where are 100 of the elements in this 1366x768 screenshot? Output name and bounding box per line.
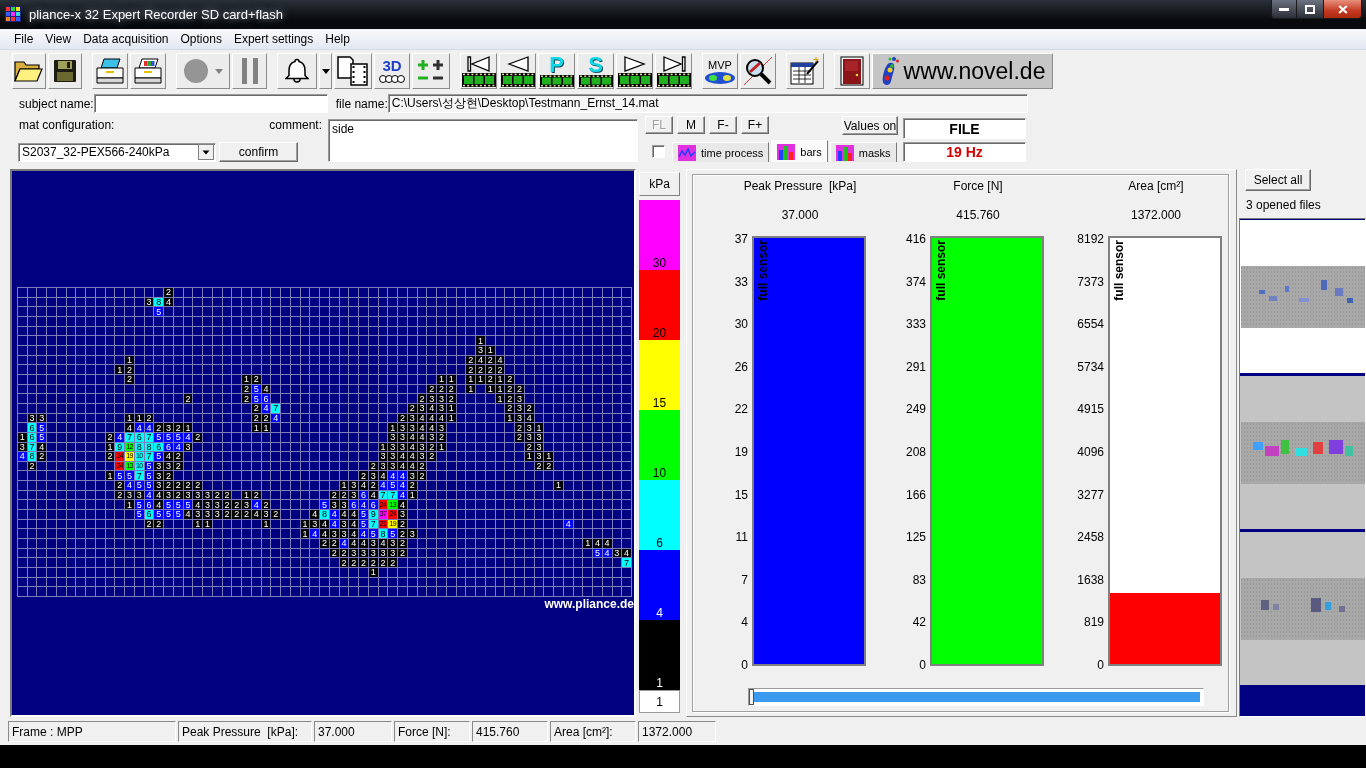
sensor-value: 2 — [398, 539, 408, 549]
sensor-value: 4 — [251, 510, 262, 520]
file-name-field[interactable]: C:\Users\성상현\Desktop\Testmann_Ernst_14.mat — [387, 94, 1028, 113]
rate-display: 19 Hz — [903, 142, 1026, 162]
sensor-value: 1 — [261, 423, 272, 433]
next-frame-button[interactable] — [616, 53, 653, 89]
sensor-value: 2 — [164, 481, 174, 491]
menu-item[interactable]: Options — [174, 31, 228, 48]
sensor-value: 2 — [388, 558, 399, 569]
mat-configuration-select[interactable]: S2037_32-PEX566-240kPa — [18, 142, 216, 162]
scale-label: 8192 — [1077, 232, 1104, 246]
bell-button[interactable] — [277, 53, 317, 89]
sensor-value: 2 — [437, 432, 447, 443]
3d-view-button[interactable]: 3D — [374, 53, 410, 89]
bar-chart-icon — [777, 143, 796, 160]
menu-item[interactable]: Help — [319, 31, 356, 48]
save-button[interactable] — [48, 53, 82, 89]
website-button[interactable]: www.novel.de — [872, 53, 1053, 89]
values-button[interactable]: Values on — [842, 116, 898, 135]
comment-field[interactable]: side — [328, 119, 638, 162]
bar-chart-icon — [835, 144, 854, 161]
scale-label: 2458 — [1077, 530, 1104, 545]
scale-label: 1638 — [1077, 572, 1104, 587]
sensor-value: 3 — [437, 423, 447, 433]
frame-button[interactable]: F+ — [741, 116, 769, 134]
checkbox[interactable] — [652, 145, 665, 158]
sensor-value: 5 — [173, 510, 184, 520]
file-item[interactable] — [1240, 220, 1365, 373]
frame-button[interactable]: F- — [709, 116, 737, 134]
view-tab[interactable]: time process — [672, 142, 770, 162]
sensor-value: 5 — [173, 432, 184, 443]
open-button[interactable] — [12, 53, 46, 89]
app-icon — [5, 6, 21, 22]
zoom-button[interactable] — [740, 53, 776, 89]
frame-slider[interactable] — [748, 688, 1204, 706]
sensor-value: 4 — [593, 539, 603, 549]
maximize-button[interactable] — [1297, 0, 1324, 19]
sensor-value: 7 — [125, 432, 135, 443]
subject-name-field[interactable] — [93, 94, 328, 113]
sensor-value: 5 — [154, 307, 165, 317]
sensor-value: 3 — [212, 510, 223, 520]
print-button[interactable] — [92, 53, 128, 89]
mvp-button[interactable]: MVP — [702, 53, 738, 89]
scale-label: 4 — [741, 615, 748, 630]
slider-thumb[interactable] — [749, 689, 754, 705]
minimize-button[interactable] — [1271, 0, 1297, 19]
previous-frame-button[interactable] — [499, 53, 536, 89]
sensor-value: 5 — [37, 432, 48, 443]
sensor-value: 1 — [437, 374, 447, 385]
close-button[interactable] — [1324, 0, 1362, 19]
sensor-value: 3 — [524, 423, 535, 433]
scale-label: 37 — [734, 232, 748, 246]
close-icon — [1337, 4, 1348, 14]
plus-minus-button[interactable] — [412, 53, 450, 89]
color-print-button[interactable] — [130, 53, 166, 89]
sensor-value: 6 — [261, 394, 272, 404]
pages-button[interactable] — [334, 53, 372, 89]
mat-configuration-label: mat configuration: — [19, 118, 115, 132]
plus-minus-icon — [417, 59, 445, 83]
frame-button[interactable]: M — [677, 116, 705, 134]
dropdown-button[interactable] — [319, 53, 332, 89]
sensor-value: 2 — [524, 403, 535, 414]
sensor-value: 2 — [359, 558, 369, 569]
view-tab[interactable]: masks — [829, 142, 897, 162]
pause-icon — [240, 58, 259, 84]
sensor-value: 6 — [134, 432, 145, 443]
sensor-value: 3 — [534, 432, 545, 443]
meter-title: Force [N] — [953, 179, 1003, 193]
menu-item[interactable]: File — [8, 31, 40, 48]
menu-item[interactable]: View — [39, 31, 78, 48]
confirm-button[interactable]: confirm — [219, 142, 298, 162]
sensor-value: 1 — [242, 374, 252, 385]
film-strip-icon — [539, 75, 574, 87]
last-frame-button[interactable] — [655, 53, 692, 89]
report-button[interactable] — [786, 53, 824, 89]
exit-button[interactable] — [834, 53, 870, 89]
sensor-value: 4 — [125, 481, 135, 491]
sensor-value: 8 — [320, 510, 330, 520]
sensor-value: 1 — [534, 423, 545, 433]
view-tab[interactable]: bars — [771, 140, 828, 162]
status-field: 1372.000 — [638, 721, 716, 742]
caret-icon — [321, 68, 330, 74]
notepad-icon — [790, 57, 820, 85]
legend-band: 10 — [639, 410, 680, 480]
first-frame-button[interactable] — [460, 53, 497, 89]
sensor-value: 2 — [495, 365, 506, 375]
menu-item[interactable]: Expert settings — [227, 31, 320, 48]
menu-item[interactable]: Data acquisition — [77, 31, 175, 48]
website-label: www.pliance.de — [544, 597, 634, 611]
scale-label: 208 — [905, 444, 926, 459]
select-all-button[interactable]: Select all — [1245, 169, 1311, 191]
sensor-value: 1 — [466, 384, 477, 395]
scale-label: 4915 — [1077, 402, 1104, 417]
sensor-value: 3 — [524, 432, 535, 443]
legend-band: 15 — [639, 340, 680, 410]
sensor-value: 2 — [485, 374, 496, 385]
sensor-value: 3 — [368, 539, 379, 549]
legend-band: 20 — [639, 270, 680, 340]
scale-label: 11 — [735, 530, 748, 545]
sensor-value: 4 — [329, 510, 340, 520]
